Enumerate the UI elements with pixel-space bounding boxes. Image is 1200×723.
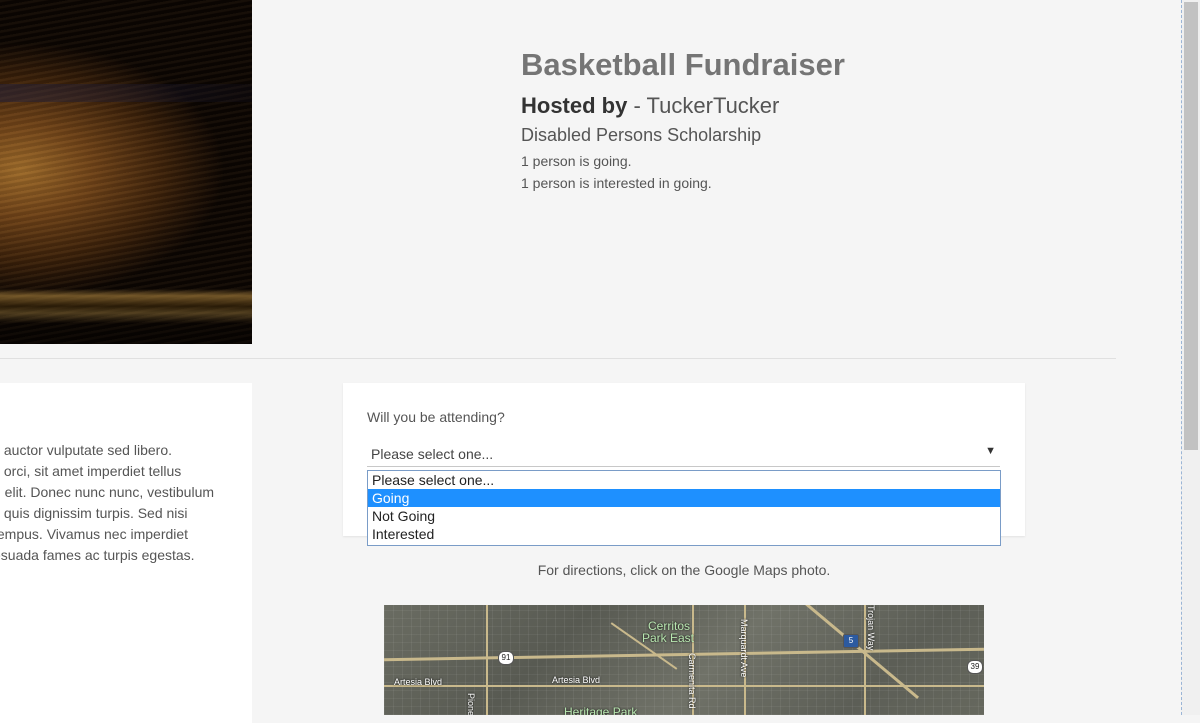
map-label: Carmenita Rd [687, 653, 697, 709]
hosted-by-label: Hosted by [521, 93, 628, 118]
highway-shield: 5 [843, 634, 859, 648]
description-line: s orci, sit amet imperdiet tellus [0, 463, 182, 479]
map-label: Heritage Park [564, 705, 638, 715]
map-label: Artesia Blvd [552, 675, 601, 685]
hosted-by: Hosted by - TuckerTucker [521, 93, 779, 119]
host-name: - TuckerTucker [633, 93, 780, 118]
description-card: s auctor vulputate sed libero. s orci, s… [0, 383, 252, 723]
description-line: s quis dignissim turpis. Sed nisi [0, 505, 188, 521]
scrollbar-thumb[interactable] [1184, 2, 1198, 450]
description-line: s auctor vulputate sed libero. [0, 442, 172, 458]
description-text: s auctor vulputate sed libero. s orci, s… [0, 440, 220, 566]
map-label: Artesia Blvd [394, 677, 443, 687]
map-road [486, 605, 488, 715]
attendance-options-list[interactable]: Please select one... Going Not Going Int… [367, 470, 1001, 546]
attendance-select[interactable]: Please select one... ▼ [367, 444, 1000, 467]
section-divider [0, 358, 1116, 359]
directions-text: For directions, click on the Google Maps… [537, 562, 831, 578]
organization-name: Disabled Persons Scholarship [521, 125, 762, 145]
map-label: Trojan Way [866, 605, 876, 651]
map-label: Park East [642, 631, 695, 645]
description-line: tempus. Vivamus nec imperdiet [0, 526, 189, 542]
option-interested[interactable]: Interested [368, 525, 1000, 543]
event-title: Basketball Fundraiser [521, 47, 845, 82]
map-label: Pioneer Blvd [466, 693, 476, 715]
option-not-going[interactable]: Not Going [368, 507, 1000, 525]
interested-count: 1 person is interested in going. [521, 175, 712, 191]
option-going[interactable]: Going [368, 489, 1000, 507]
map-label: Marquardt Ave [739, 619, 749, 678]
going-count: 1 person is going. [521, 153, 632, 169]
dropdown-arrow-icon: ▼ [985, 445, 996, 457]
google-map-photo[interactable]: Cerritos Park East Artesia Blvd Artesia … [384, 605, 984, 715]
option-please-select[interactable]: Please select one... [368, 471, 1000, 489]
description-line: g elit. Donec nunc nunc, vestibulum [0, 484, 215, 500]
highway-shield: 39 [967, 660, 983, 674]
page-scrollbar[interactable] [1181, 0, 1200, 715]
description-line: esuada fames ac turpis egestas. [0, 547, 195, 563]
attendance-select-value: Please select one... [371, 446, 494, 462]
event-image [0, 0, 252, 344]
map-road [384, 647, 984, 662]
attendance-question: Will you be attending? [367, 409, 505, 425]
highway-shield: 91 [498, 651, 514, 665]
map-road [384, 685, 984, 687]
